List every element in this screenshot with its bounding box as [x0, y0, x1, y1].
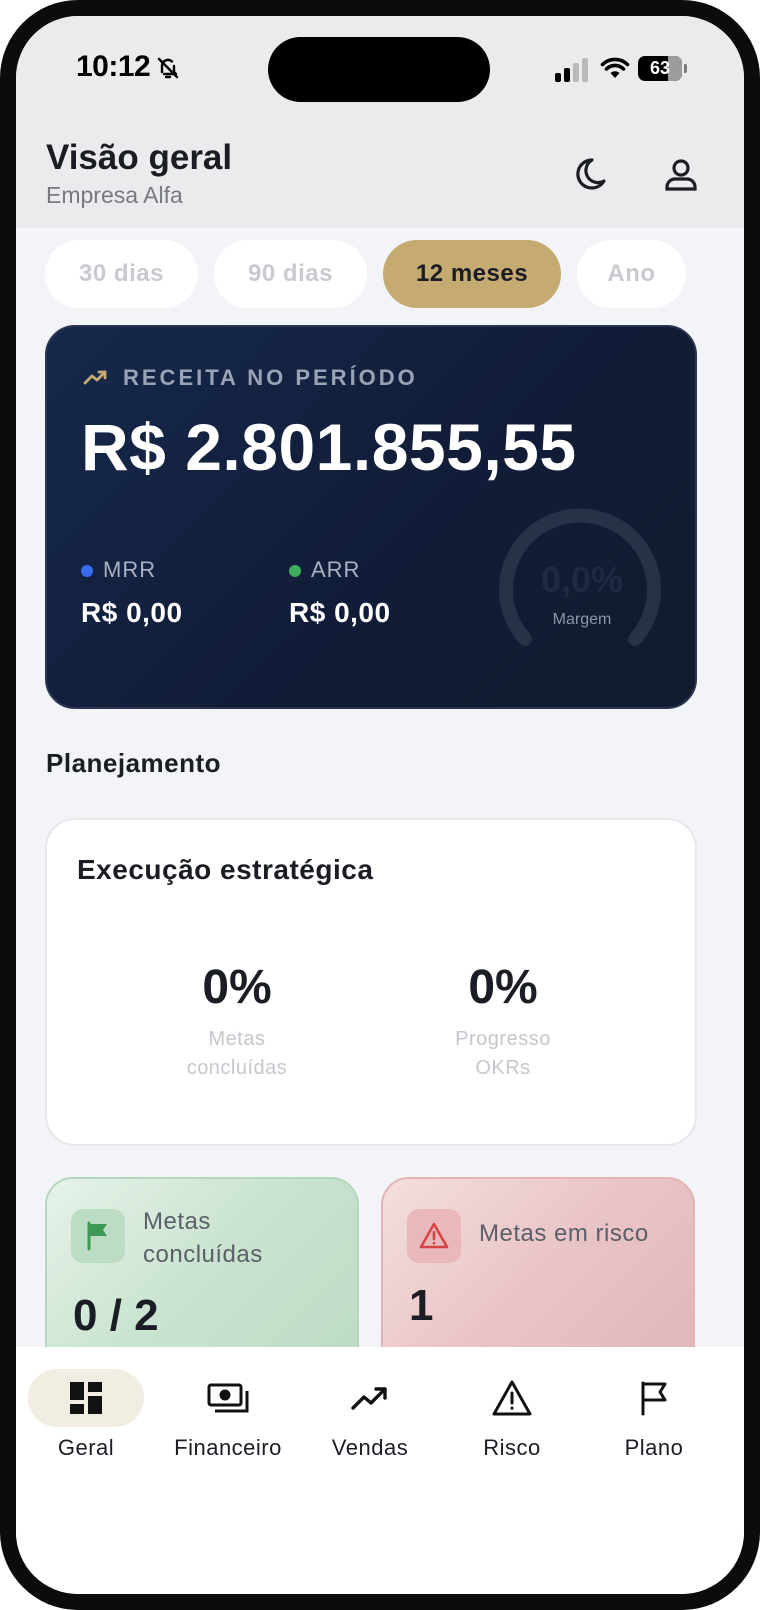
arr-dot: [289, 565, 301, 577]
goals-at-risk-value: 1: [409, 1281, 434, 1330]
bottom-tab-bar: Geral Financeiro Vendas Risco Plano: [16, 1347, 744, 1594]
app-screen: 10:12 63 Visão geral Empresa Alfa 30 dia…: [16, 16, 744, 1594]
tab-vendas-label: Vendas: [331, 1435, 409, 1460]
tab-financeiro-label: Financeiro: [174, 1435, 282, 1460]
section-title-planning: Planejamento: [46, 748, 222, 778]
tab-geral[interactable]: Geral: [16, 1369, 156, 1461]
flag-icon: [641, 1381, 667, 1416]
margin-value: 0,0%: [540, 559, 624, 600]
goals-completed-stat: 0% Metas concluídas: [137, 960, 337, 1083]
goals-done-label: Metas concluídas: [143, 1208, 263, 1268]
goals-at-risk-label: Metas em risco: [479, 1220, 649, 1247]
flag-icon: [71, 1209, 125, 1263]
moon-icon[interactable]: [574, 154, 614, 199]
wifi-icon: [600, 56, 630, 85]
user-icon[interactable]: [662, 156, 700, 199]
bell-slash-icon: [156, 56, 180, 85]
revenue-value: R$ 2.801.855,55: [81, 410, 577, 484]
arr-value: R$ 0,00: [289, 597, 391, 628]
dashboard-icon: [70, 1382, 102, 1414]
revenue-label: RECEITA NO PERÍODO: [123, 365, 418, 390]
cellular-signal-icon: [555, 58, 589, 82]
tab-plano-label: Plano: [624, 1435, 684, 1460]
device-frame: 10:12 63 Visão geral Empresa Alfa 30 dia…: [0, 0, 760, 1610]
margin-label: Margem: [552, 611, 612, 628]
tab-vendas[interactable]: Vendas: [300, 1369, 440, 1461]
goals-done-value: 0 / 2: [73, 1291, 159, 1340]
period-chip-year[interactable]: Ano: [577, 240, 686, 308]
okr-progress-label: Progresso OKRs: [455, 1028, 551, 1079]
page-title: Visão geral: [46, 138, 233, 177]
mrr-dot: [81, 565, 93, 577]
battery-indicator: 63: [638, 56, 687, 81]
header-area: 10:12 63 Visão geral Empresa Alfa: [16, 16, 744, 228]
tab-risco-label: Risco: [483, 1435, 541, 1460]
okr-progress-stat: 0% Progresso OKRs: [403, 960, 603, 1083]
warning-icon: [407, 1209, 461, 1263]
okr-progress-value: 0%: [468, 961, 538, 1014]
mrr-label: MRR: [103, 557, 157, 582]
status-time: 10:12: [76, 50, 151, 83]
warning-icon: [492, 1380, 532, 1416]
tab-plano[interactable]: Plano: [584, 1369, 724, 1461]
period-chip-12-months[interactable]: 12 meses: [383, 240, 561, 308]
period-chip-30-days[interactable]: 30 dias: [45, 240, 198, 308]
cash-icon: [207, 1383, 249, 1413]
period-chip-90-days[interactable]: 90 dias: [214, 240, 367, 308]
company-name: Empresa Alfa: [46, 182, 183, 208]
execution-card-title: Execução estratégica: [77, 854, 374, 885]
tab-geral-label: Geral: [57, 1435, 115, 1460]
goals-completed-value: 0%: [202, 961, 272, 1014]
goals-completed-label: Metas concluídas: [186, 1028, 288, 1079]
tab-risco[interactable]: Risco: [442, 1369, 582, 1461]
mrr-value: R$ 0,00: [81, 597, 183, 628]
trending-up-icon: [83, 367, 109, 392]
dynamic-island: [268, 37, 490, 102]
revenue-card: RECEITA NO PERÍODO R$ 2.801.855,55 MRR R…: [45, 325, 697, 709]
strategic-execution-card: Execução estratégica 0% Metas concluídas…: [45, 818, 697, 1146]
trend-icon: [351, 1387, 387, 1410]
battery-level: 63: [649, 58, 671, 78]
arr-label: ARR: [311, 557, 361, 582]
tab-financeiro[interactable]: Financeiro: [158, 1369, 298, 1461]
